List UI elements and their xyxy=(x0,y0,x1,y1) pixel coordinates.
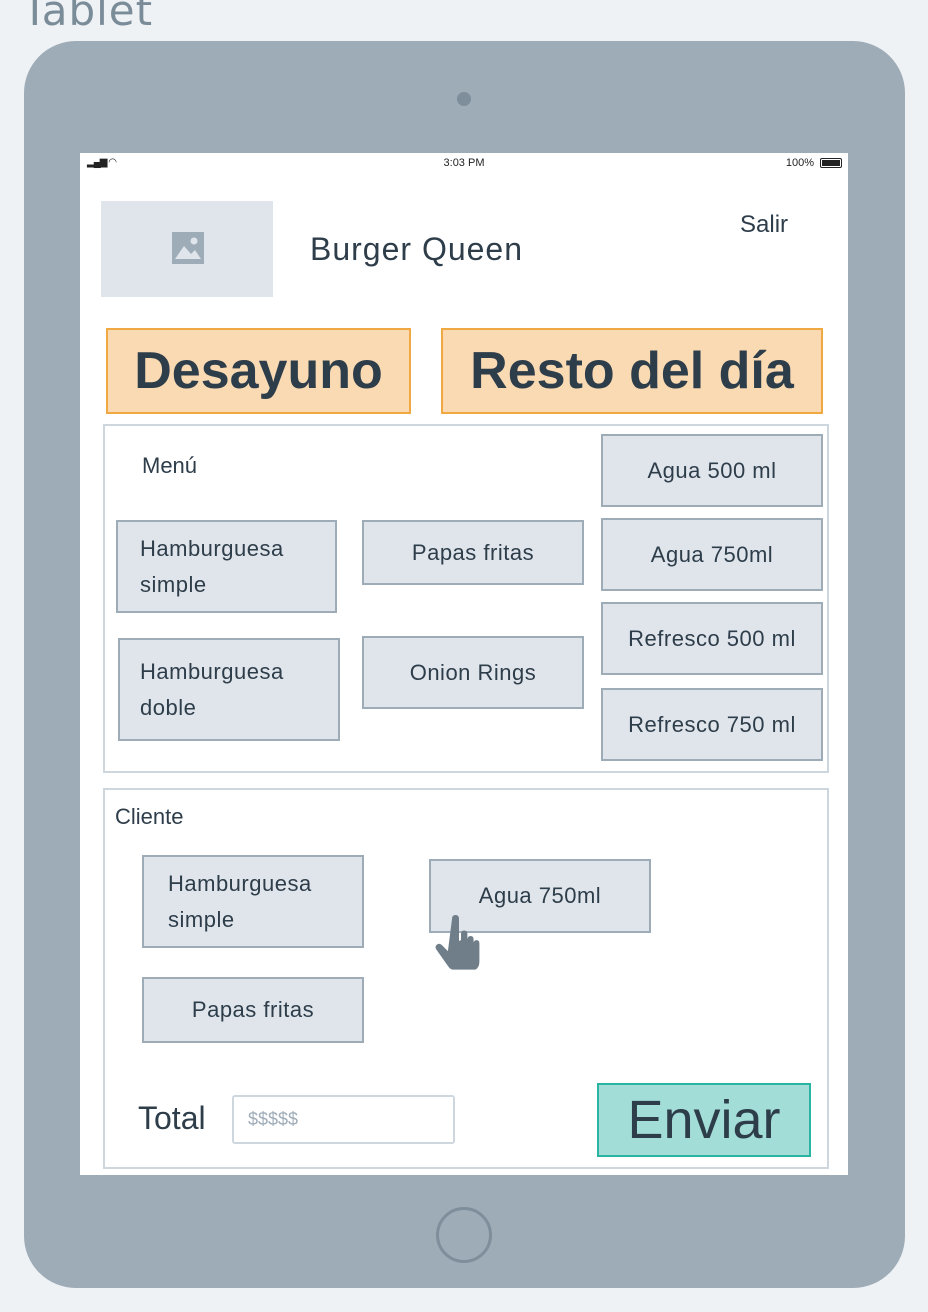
category-rest-of-day-button[interactable]: Resto del día xyxy=(441,328,823,414)
drink-refresco-750[interactable]: Refresco 750 ml xyxy=(601,688,823,761)
drink-agua-500[interactable]: Agua 500 ml xyxy=(601,434,823,507)
frame-label: Tablet xyxy=(22,0,154,35)
logo-placeholder xyxy=(101,201,273,297)
total-field[interactable] xyxy=(232,1095,455,1144)
menu-item-onion-rings[interactable]: Onion Rings xyxy=(362,636,584,709)
logout-link[interactable]: Salir xyxy=(740,211,788,239)
order-title: Cliente xyxy=(115,804,184,829)
battery-icon xyxy=(820,158,842,168)
drink-agua-750[interactable]: Agua 750ml xyxy=(601,518,823,591)
status-time: 3:03 PM xyxy=(443,157,485,169)
tablet-screen: ▂▄▆ ◠ 3:03 PM 100% Burger Queen Salir De… xyxy=(80,153,848,1175)
hand-pointer-icon xyxy=(435,915,480,970)
menu-item-hamburguesa-doble[interactable]: Hamburguesa doble xyxy=(118,638,340,741)
home-button[interactable] xyxy=(436,1207,492,1263)
total-label: Total xyxy=(138,1100,206,1136)
battery-percent: 100% xyxy=(785,157,814,169)
drink-refresco-500[interactable]: Refresco 500 ml xyxy=(601,602,823,675)
brand-title: Burger Queen xyxy=(310,231,524,267)
category-breakfast-button[interactable]: Desayuno xyxy=(106,328,411,414)
status-bar: ▂▄▆ ◠ 3:03 PM 100% xyxy=(80,153,848,173)
menu-title: Menú xyxy=(142,453,198,478)
menu-item-hamburguesa-simple[interactable]: Hamburguesa simple xyxy=(116,520,337,613)
order-item-hamburguesa-simple[interactable]: Hamburguesa simple xyxy=(142,855,364,948)
send-button[interactable]: Enviar xyxy=(597,1083,811,1157)
order-item-papas-fritas[interactable]: Papas fritas xyxy=(142,977,364,1043)
image-placeholder-icon xyxy=(172,232,204,264)
menu-item-papas-fritas[interactable]: Papas fritas xyxy=(362,520,584,585)
camera-icon xyxy=(457,92,471,106)
